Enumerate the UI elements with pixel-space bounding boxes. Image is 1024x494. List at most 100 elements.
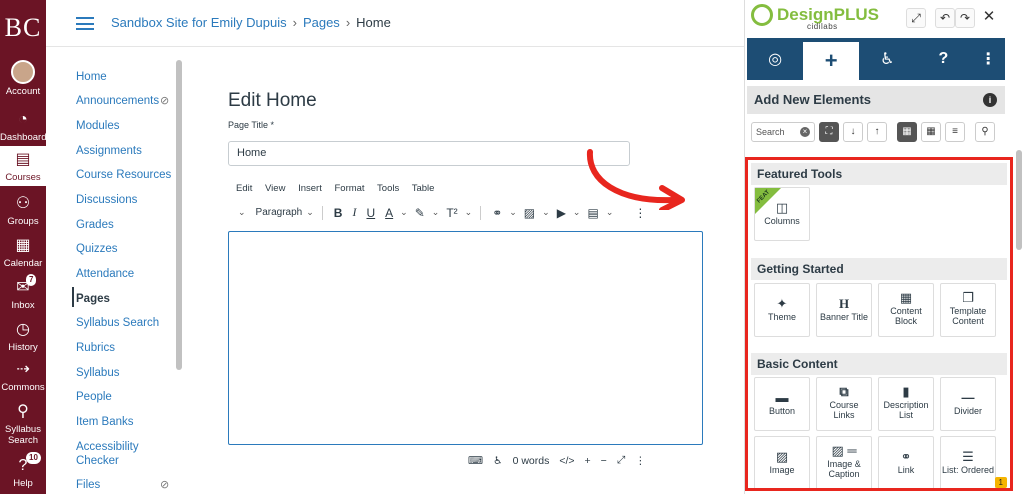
- page-title-input[interactable]: Home: [228, 141, 630, 166]
- tile-link[interactable]: ⚭ Link: [878, 436, 934, 488]
- chevron-down-icon[interactable]: ⌄: [509, 207, 517, 218]
- fullscreen-icon[interactable]: ⤢: [617, 454, 625, 467]
- course-nav-rubrics[interactable]: Rubrics: [76, 341, 115, 355]
- category-view-icon[interactable]: ⛶: [819, 122, 839, 142]
- media-icon[interactable]: ▶: [554, 206, 569, 220]
- divider-icon: —: [961, 390, 975, 405]
- nav-dashboard[interactable]: ◔ Dashboard: [0, 110, 46, 143]
- chevron-down-icon[interactable]: ⌄: [238, 207, 246, 218]
- notification-badge[interactable]: 1: [994, 477, 1007, 488]
- list-view-icon[interactable]: ≡: [945, 122, 965, 142]
- chevron-down-icon[interactable]: ⌄: [465, 207, 473, 218]
- course-nav-discussions[interactable]: Discussions: [76, 193, 137, 207]
- nav-courses[interactable]: ▤ Courses: [0, 146, 46, 186]
- chevron-down-icon[interactable]: ⌄: [542, 207, 550, 218]
- course-nav-accessibility-checker[interactable]: Accessibility Checker: [76, 440, 156, 468]
- menu-tools[interactable]: Tools: [377, 183, 399, 194]
- tile-divider[interactable]: — Divider: [940, 377, 996, 431]
- element-search-input[interactable]: Search ×: [751, 122, 815, 142]
- chevron-down-icon[interactable]: ⌄: [400, 207, 408, 218]
- clear-search-icon[interactable]: ×: [800, 127, 810, 137]
- breadcrumb-site-link[interactable]: Sandbox Site for Emily Dupuis: [111, 15, 287, 30]
- tile-banner-title[interactable]: H Banner Title: [816, 283, 872, 337]
- expand-icon[interactable]: ⤢: [906, 8, 926, 28]
- nav-syllabus-search[interactable]: ⚲ Syllabus Search: [0, 402, 46, 446]
- breadcrumb-pages-link[interactable]: Pages: [303, 15, 340, 30]
- info-icon[interactable]: i: [983, 93, 997, 107]
- superscript-icon[interactable]: T²: [443, 206, 460, 220]
- menu-edit[interactable]: Edit: [236, 183, 252, 194]
- course-nav-item-banks[interactable]: Item Banks: [76, 415, 134, 429]
- tab-more-icon[interactable]: ⋮: [971, 38, 1005, 80]
- zoom-out-icon[interactable]: −: [601, 455, 607, 467]
- designplus-scrollbar[interactable]: [1016, 150, 1022, 250]
- nav-groups[interactable]: ⚇ Groups: [0, 194, 46, 227]
- html-editor-icon[interactable]: </>: [559, 455, 574, 467]
- undo-icon[interactable]: ↶: [935, 8, 955, 28]
- course-nav-scrollbar[interactable]: [176, 60, 182, 370]
- tile-columns[interactable]: FEAT ◫ Columns: [754, 187, 810, 241]
- course-nav-home[interactable]: Home: [76, 70, 107, 84]
- sort-asc-icon[interactable]: ↓: [843, 122, 863, 142]
- tile-list-ordered[interactable]: ☰ List: Ordered: [940, 436, 996, 488]
- close-icon[interactable]: ✕: [979, 8, 999, 28]
- course-nav-assignments[interactable]: Assignments: [76, 144, 142, 158]
- hamburger-menu-icon[interactable]: [76, 17, 94, 30]
- tab-accessibility-icon[interactable]: ♿: [859, 38, 915, 80]
- word-count[interactable]: 0 words: [513, 455, 550, 467]
- chevron-down-icon[interactable]: ⌄: [432, 207, 440, 218]
- nav-help[interactable]: ? 10 Help: [0, 452, 46, 489]
- course-nav-syllabus[interactable]: Syllabus: [76, 366, 119, 380]
- course-nav-syllabus-search[interactable]: Syllabus Search: [76, 316, 159, 330]
- nav-history[interactable]: ◷ History: [0, 320, 46, 353]
- block-format-select[interactable]: Paragraph: [256, 207, 303, 218]
- image-icon[interactable]: ▨: [521, 206, 538, 220]
- large-grid-icon[interactable]: ▦: [897, 122, 917, 142]
- tab-target-icon[interactable]: ◎: [747, 38, 803, 80]
- underline-icon[interactable]: U: [363, 206, 378, 220]
- menu-format[interactable]: Format: [334, 183, 364, 194]
- rce-content-area[interactable]: [228, 231, 703, 445]
- redo-icon[interactable]: ↷: [955, 8, 975, 28]
- text-color-icon[interactable]: A: [382, 206, 396, 220]
- nav-commons[interactable]: ⇢ Commons: [0, 360, 46, 393]
- link-icon[interactable]: ⚭: [489, 206, 505, 220]
- institution-logo[interactable]: BC: [0, 0, 46, 56]
- nav-account[interactable]: Account: [0, 60, 46, 97]
- course-nav-quizzes[interactable]: Quizzes: [76, 242, 118, 256]
- course-nav-grades[interactable]: Grades: [76, 218, 114, 232]
- tab-add-icon[interactable]: +: [803, 42, 860, 80]
- course-nav-attendance[interactable]: Attendance: [76, 267, 134, 281]
- zoom-in-icon[interactable]: +: [585, 455, 591, 467]
- accessibility-icon[interactable]: ♿: [493, 455, 502, 467]
- resize-handle-icon[interactable]: ⋮: [635, 455, 646, 467]
- course-nav-files[interactable]: Files: [76, 478, 100, 492]
- highlight-icon[interactable]: ✎: [412, 206, 428, 220]
- bold-icon[interactable]: B: [331, 206, 346, 220]
- chevron-down-icon[interactable]: ⌄: [306, 207, 314, 218]
- menu-insert[interactable]: Insert: [298, 183, 322, 194]
- tile-course-links[interactable]: ⧉ Course Links: [816, 377, 872, 431]
- course-nav-course-resources[interactable]: Course Resources: [76, 168, 171, 182]
- tile-description-list[interactable]: ▮ Description List: [878, 377, 934, 431]
- tile-image[interactable]: ▨ Image: [754, 436, 810, 488]
- menu-table[interactable]: Table: [412, 183, 435, 194]
- nav-calendar[interactable]: ▦ Calendar: [0, 236, 46, 269]
- course-nav-pages[interactable]: Pages: [76, 292, 110, 306]
- tile-button[interactable]: ▬ Button: [754, 377, 810, 431]
- nav-inbox[interactable]: ✉ 7 Inbox: [0, 274, 46, 311]
- course-nav-announcements[interactable]: Announcements: [76, 94, 159, 108]
- keyboard-icon[interactable]: ⌨: [468, 455, 483, 467]
- tile-image-caption[interactable]: ▨ ═ Image & Caption: [816, 436, 872, 488]
- menu-view[interactable]: View: [265, 183, 285, 194]
- tile-theme[interactable]: ✦ Theme: [754, 283, 810, 337]
- small-grid-icon[interactable]: ▦: [921, 122, 941, 142]
- course-nav-people[interactable]: People: [76, 390, 112, 404]
- italic-icon[interactable]: I: [349, 205, 359, 220]
- pin-icon[interactable]: ⚲: [975, 122, 995, 142]
- tab-help-icon[interactable]: ?: [915, 38, 971, 80]
- course-nav-modules[interactable]: Modules: [76, 119, 119, 133]
- sort-desc-icon[interactable]: ↑: [867, 122, 887, 142]
- tile-content-block[interactable]: ▦ Content Block: [878, 283, 934, 337]
- tile-template-content[interactable]: ❐ Template Content: [940, 283, 996, 337]
